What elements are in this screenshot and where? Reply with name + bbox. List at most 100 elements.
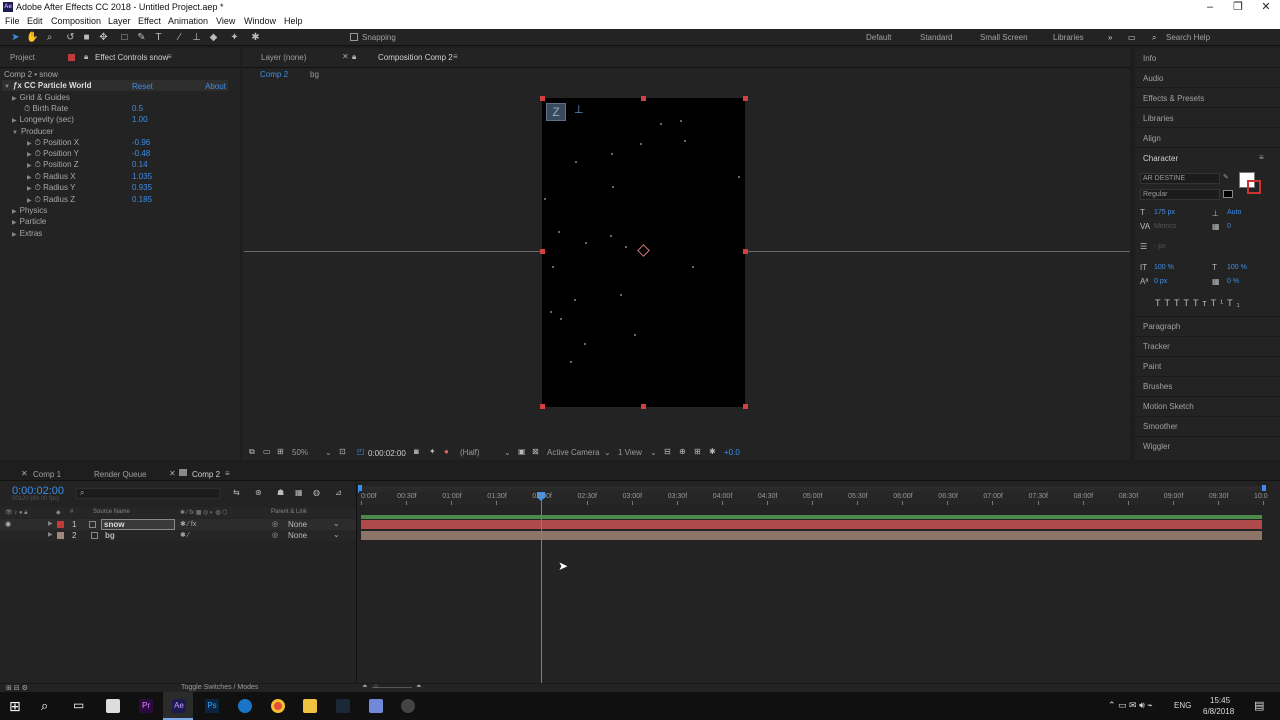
anchor-point-handle[interactable] (637, 244, 650, 257)
menu-window[interactable]: Window (244, 16, 276, 26)
pen-tool-icon[interactable]: ✎ (135, 31, 148, 44)
menu-layer[interactable]: Layer (108, 16, 131, 26)
panel-brushes[interactable]: Brushes (1143, 382, 1172, 391)
position-z-value[interactable]: 0.14 (132, 160, 148, 169)
expand-icon[interactable]: ▶ (48, 520, 53, 527)
stroke-color-swatch[interactable] (1247, 180, 1261, 194)
reset-link[interactable]: Reset (132, 82, 153, 91)
handle-tr[interactable] (743, 96, 748, 101)
font-size-value[interactable]: 175 px (1154, 209, 1175, 216)
all-caps-button[interactable]: TT (1174, 298, 1193, 308)
puppet-tool-icon[interactable]: ✱ (249, 31, 262, 44)
region-icon[interactable]: ◰ (357, 447, 365, 456)
layer-row[interactable]: ▶ 2 bg ✱ ⁄ ◎ None ⌄ (0, 530, 356, 541)
faux-style-buttons[interactable]: TTTTTтT¹T₁ (1155, 298, 1244, 308)
hand-tool-icon[interactable]: ✋ (26, 31, 39, 44)
birth-rate-value[interactable]: 0.5 (132, 104, 143, 113)
close-button[interactable]: ✕ (1252, 0, 1280, 15)
label-color-icon[interactable] (57, 532, 64, 539)
input-language[interactable]: ENG (1174, 701, 1191, 710)
layer-name[interactable]: snow (101, 519, 175, 530)
zoom-tool-icon[interactable]: ⌕ (43, 31, 56, 44)
frame-blending-icon[interactable]: ▦ (295, 488, 303, 497)
panel-menu-icon[interactable]: ≡ (453, 52, 458, 61)
switch-icons[interactable]: ✱ ⁄ (180, 531, 189, 539)
prop-position-y[interactable]: ▶ ⏱ Position Y (27, 149, 79, 159)
faux-bold-button[interactable]: T (1155, 298, 1165, 308)
maximize-button[interactable]: ❐ (1224, 0, 1252, 15)
panel-menu-icon[interactable]: ≡ (225, 469, 230, 478)
panel-motion-sketch[interactable]: Motion Sketch (1143, 402, 1194, 411)
snapshot-icon[interactable]: ◙ (414, 447, 419, 456)
exposure-icon[interactable]: ✱ (709, 447, 716, 456)
panel-align[interactable]: Align (1143, 134, 1161, 143)
current-time[interactable]: 0:00:02:00 (368, 449, 406, 458)
longevity-value[interactable]: 1.00 (132, 115, 148, 124)
panel-menu-icon[interactable]: ≡ (167, 52, 172, 61)
notification-icon[interactable]: ▤ (1254, 699, 1264, 712)
chevron-down-icon[interactable]: ⌄ (333, 530, 340, 539)
close-tab-icon[interactable]: ✕ (169, 469, 176, 478)
steam-icon[interactable] (336, 699, 350, 713)
vertical-scale-value[interactable]: 100 % (1154, 264, 1174, 271)
rectangle-tool-icon[interactable]: □ (118, 31, 131, 44)
close-tab-icon[interactable]: ✕ (342, 52, 349, 61)
brush-tool-icon[interactable]: ∕ (173, 31, 186, 44)
minimize-button[interactable]: – (1196, 0, 1224, 15)
radius-x-value[interactable]: 1.035 (132, 172, 152, 181)
font-style-dropdown[interactable]: Regular (1140, 189, 1220, 200)
pickwhip-icon[interactable]: ◎ (272, 531, 278, 539)
fast-preview-icon[interactable]: ⊕ (679, 447, 686, 456)
roi-icon[interactable]: ▣ (518, 447, 526, 456)
panel-audio[interactable]: Audio (1143, 74, 1163, 83)
expand-panes-icon[interactable]: ⊞ ⊟ ⚙ (6, 684, 28, 692)
prop-position-x[interactable]: ▶ ⏱ Position X (27, 138, 79, 148)
tab-layer[interactable]: Layer (none) (261, 53, 306, 62)
clock-time[interactable]: 15:45 (1210, 696, 1230, 705)
chevron-down-icon[interactable]: ⌄ (333, 519, 340, 528)
prop-extras[interactable]: ▶ Extras (12, 229, 42, 238)
obs-icon[interactable] (401, 699, 415, 713)
collapse-icon[interactable]: ▼ (4, 84, 10, 90)
edge-icon[interactable] (238, 699, 252, 713)
snapping-checkbox[interactable] (350, 33, 358, 41)
parent-dropdown[interactable]: None (288, 531, 307, 540)
faux-italic-button[interactable]: T (1165, 298, 1175, 308)
handle-mr[interactable] (743, 249, 748, 254)
prop-radius-x[interactable]: ▶ ⏱ Radius X (27, 172, 76, 182)
prop-position-z[interactable]: ▶ ⏱ Position Z (27, 160, 79, 170)
camera-tool-icon[interactable]: ■ (80, 31, 93, 44)
prop-longevity[interactable]: ▶ Longevity (sec) (12, 115, 74, 124)
panel-tracker[interactable]: Tracker (1143, 342, 1170, 351)
panel-character[interactable]: Character (1143, 154, 1178, 163)
leading-value[interactable]: Auto (1227, 209, 1241, 216)
chevron-down-icon[interactable]: ⌄ (650, 448, 657, 457)
toggle-pixel-icon[interactable]: ⊟ (664, 447, 671, 456)
monitor-icon[interactable]: ▭ (263, 447, 271, 456)
chevron-down-icon[interactable]: ⌄ (504, 448, 511, 457)
lock-icon[interactable]: 🔒︎ (352, 52, 356, 62)
flowchart-icon[interactable]: ⊞ (694, 447, 701, 456)
photoshop-icon[interactable]: Ps (205, 699, 219, 713)
menu-composition[interactable]: Composition (51, 16, 101, 26)
tray-icons[interactable]: ⌃ ▭ ✉ 🔊︎ ⌁ (1108, 700, 1153, 711)
prop-particle[interactable]: ▶ Particle (12, 217, 46, 226)
after-effects-icon[interactable]: Ae (172, 699, 186, 713)
handle-tl[interactable] (540, 96, 545, 101)
chrome-icon[interactable] (271, 699, 285, 713)
crumb-bg[interactable]: bg (310, 70, 319, 79)
panel-effects-presets[interactable]: Effects & Presets (1143, 94, 1204, 103)
search-panel-icon[interactable]: ▭ (1128, 33, 1136, 42)
lock-icon[interactable]: 🔒︎ (84, 52, 88, 62)
clock-date[interactable]: 6/8/2018 (1203, 707, 1234, 716)
crumb-comp2[interactable]: Comp 2 (260, 70, 288, 79)
superscript-button[interactable]: T¹ (1211, 298, 1228, 308)
menu-edit[interactable]: Edit (27, 16, 43, 26)
premiere-icon[interactable]: Pr (139, 699, 153, 713)
panel-libraries[interactable]: Libraries (1143, 114, 1174, 123)
show-snapshot-icon[interactable]: ✦ (429, 447, 436, 456)
panel-paragraph[interactable]: Paragraph (1143, 322, 1180, 331)
exposure-value[interactable]: +0.0 (724, 448, 740, 457)
radius-z-value[interactable]: 0.185 (132, 195, 152, 204)
playhead-line[interactable] (541, 499, 542, 689)
